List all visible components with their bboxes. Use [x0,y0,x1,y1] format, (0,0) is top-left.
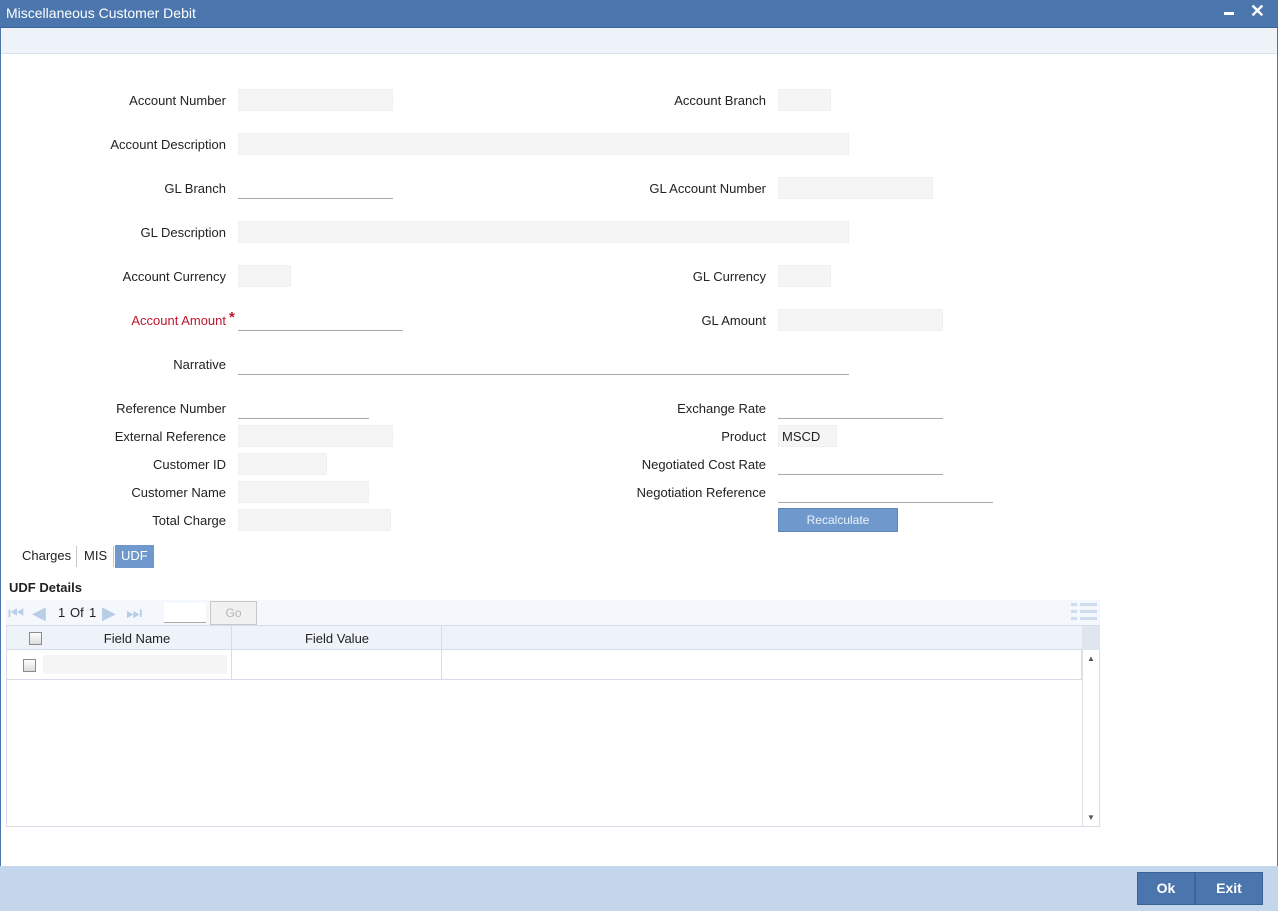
last-page-icon[interactable]: ⏭ [126,603,142,623]
total-pages: 1 [89,605,97,620]
negotiation-reference-label: Negotiation Reference [636,485,766,500]
tab-charges[interactable]: Charges [16,545,77,568]
column-divider [231,626,232,679]
required-marker: * [229,309,235,326]
goto-page-input[interactable] [164,603,206,623]
tab-divider [113,546,114,567]
account-amount-label: Account Amount [131,313,226,328]
customer-id-label: Customer ID [153,457,226,472]
toolbar-strip [1,28,1277,54]
field-name-cell[interactable] [43,655,227,674]
udf-details-title: UDF Details [9,580,82,595]
gl-currency-label: GL Currency [692,269,766,284]
footer-bar [0,866,1278,911]
negotiated-cost-rate-field[interactable] [778,453,943,475]
exit-button[interactable]: Exit [1195,872,1263,905]
window-title: Miscellaneous Customer Debit [6,5,196,21]
gl-currency-field[interactable] [778,265,831,287]
list-view-icon[interactable] [1071,601,1097,623]
tab-udf[interactable]: UDF [115,545,154,568]
row-divider [7,679,1083,680]
gl-amount-field[interactable] [778,309,943,331]
go-button[interactable]: Go [210,601,257,625]
external-reference-label: External Reference [114,429,226,444]
title-bar: Miscellaneous Customer Debit ✕ [0,0,1278,28]
current-page: 1 [58,605,66,620]
gl-branch-field[interactable] [238,177,393,199]
scroll-up-icon[interactable]: ▲ [1087,654,1095,663]
vertical-scrollbar[interactable]: ▲ ▼ [1082,626,1100,826]
account-number-label: Account Number [129,93,226,108]
exchange-rate-field[interactable] [778,397,943,419]
field-value-cell[interactable] [235,655,435,674]
scroll-down-icon[interactable]: ▼ [1087,813,1095,822]
account-description-field[interactable] [238,133,849,155]
customer-name-field[interactable] [238,481,369,503]
negotiation-reference-field[interactable] [778,481,993,503]
scrollbar-header [1083,626,1100,650]
product-field[interactable]: MSCD [778,425,837,447]
select-all-checkbox[interactable] [29,632,42,645]
exchange-rate-label: Exchange Rate [677,401,766,416]
previous-page-icon[interactable]: ◀ [32,603,46,623]
account-branch-label: Account Branch [674,93,766,108]
customer-name-label: Customer Name [131,485,226,500]
reference-number-field[interactable] [238,397,369,419]
ok-button[interactable]: Ok [1137,872,1195,905]
account-branch-field[interactable] [778,89,831,111]
customer-id-field[interactable] [238,453,327,475]
external-reference-field[interactable] [238,425,393,447]
negotiated-cost-rate-label: Negotiated Cost Rate [641,457,766,472]
tab-mis[interactable]: MIS [78,545,113,568]
gl-description-label: GL Description [140,225,227,240]
grid-header: Field Name Field Value [7,626,1083,650]
field-name-header: Field Name [103,631,171,646]
udf-grid: Field Name Field Value ▲ ▼ [6,625,1100,827]
minimize-icon[interactable] [1224,12,1234,15]
gl-account-number-label: GL Account Number [649,181,766,196]
account-description-label: Account Description [110,137,226,152]
reference-number-label: Reference Number [116,401,226,416]
total-charge-field[interactable] [238,509,391,531]
narrative-label: Narrative [173,357,226,372]
gl-description-field[interactable] [238,221,849,243]
gl-account-number-field[interactable] [778,177,933,199]
page-of-label: Of [70,605,84,620]
account-currency-field[interactable] [238,265,291,287]
next-page-icon[interactable]: ▶ [102,603,116,623]
account-currency-label: Account Currency [122,269,226,284]
field-value-header: Field Value [304,631,370,646]
account-amount-field[interactable] [238,309,403,331]
first-page-icon[interactable]: ⏮ [8,603,24,623]
product-label: Product [721,429,766,444]
total-charge-label: Total Charge [152,513,226,528]
gl-amount-label: GL Amount [701,313,766,328]
tab-divider [76,546,77,567]
column-divider [441,626,442,679]
close-icon[interactable]: ✕ [1250,1,1265,21]
gl-branch-label: GL Branch [164,181,226,196]
narrative-field[interactable] [238,353,849,375]
row-checkbox[interactable] [23,659,36,672]
window-border-left [0,28,1,911]
recalculate-button[interactable]: Recalculate [778,508,898,532]
account-number-field[interactable] [238,89,393,111]
